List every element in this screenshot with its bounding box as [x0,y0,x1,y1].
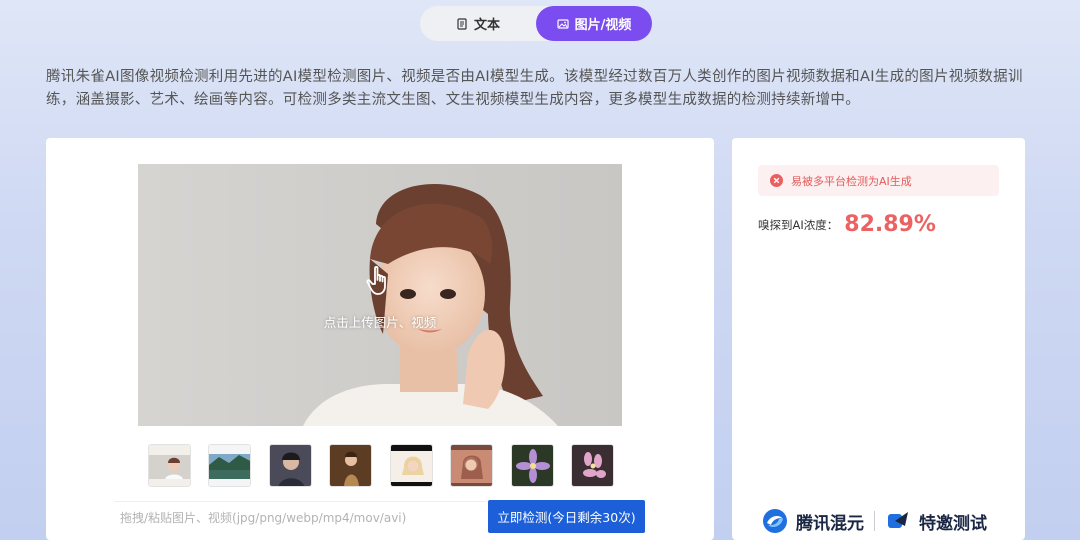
upload-hint: 点击上传图片、视频 [323,315,437,330]
upload-panel: 点击上传图片、视频 拖拽/粘贴图片、视频(jpg/png/webp/mp4/mo… [46,138,714,540]
sample-thumb-5[interactable] [390,444,433,487]
brand-invite: 特邀测试 [919,513,987,534]
ai-score-value: 82.89% [844,212,936,237]
thumb-portrait-image [149,445,190,486]
error-circle-icon [770,174,783,187]
tab-text-label: 文本 [473,18,500,33]
thumb-flower-purple-image [512,445,553,486]
mode-tabs: 文本 图片/视频 [420,6,652,41]
upload-overlay[interactable]: 点击上传图片、视频 [138,264,622,331]
alert-text: 易被多平台检测为AI生成 [791,174,912,188]
thumb-blonde-image [391,445,432,486]
brand-divider [874,511,875,531]
thumb-woman-gold-image [330,445,371,486]
brand-hunyuan: 腾讯混元 [796,513,864,534]
detection-alert: 易被多平台检测为AI生成 [758,165,999,196]
thumb-person-dark-image [270,445,311,486]
tab-image-video[interactable]: 图片/视频 [536,6,652,41]
image-preview[interactable]: 点击上传图片、视频 [138,164,622,426]
tab-image-label: 图片/视频 [574,18,632,33]
sample-thumbnails [148,444,618,488]
sample-thumb-7[interactable] [511,444,554,487]
result-panel: 易被多平台检测为AI生成 嗅探到AI浓度： 82.89% 腾讯混元 特邀测试 [732,138,1025,540]
hunyuan-logo-icon [763,509,787,533]
sample-thumb-1[interactable] [148,444,191,487]
intro-description: 腾讯朱雀AI图像视频检测利用先进的AI模型检测图片、视频是否由AI模型生成。该模… [46,69,1023,108]
detect-button[interactable]: 立即检测(今日剩余30次) [488,500,645,533]
thumb-flower-pink-image [572,445,613,486]
ai-score-row: 嗅探到AI浓度： 82.89% [758,212,936,237]
thumb-woman-warm-image [451,445,492,486]
sample-thumb-8[interactable] [571,444,614,487]
hand-pointer-icon [366,265,386,295]
sample-thumb-6[interactable] [450,444,493,487]
sample-thumb-2[interactable] [208,444,251,487]
thumb-lake-image [209,445,250,486]
sample-thumb-3[interactable] [269,444,312,487]
upload-url-input[interactable] [114,501,486,533]
sample-thumb-4[interactable] [329,444,372,487]
image-icon [557,18,569,29]
document-icon [457,17,467,30]
ai-score-label: 嗅探到AI浓度： [758,217,839,232]
tab-text[interactable]: 文本 [420,6,536,41]
invite-logo-icon [888,512,908,528]
brand-footer: 腾讯混元 特邀测试 [762,508,987,534]
